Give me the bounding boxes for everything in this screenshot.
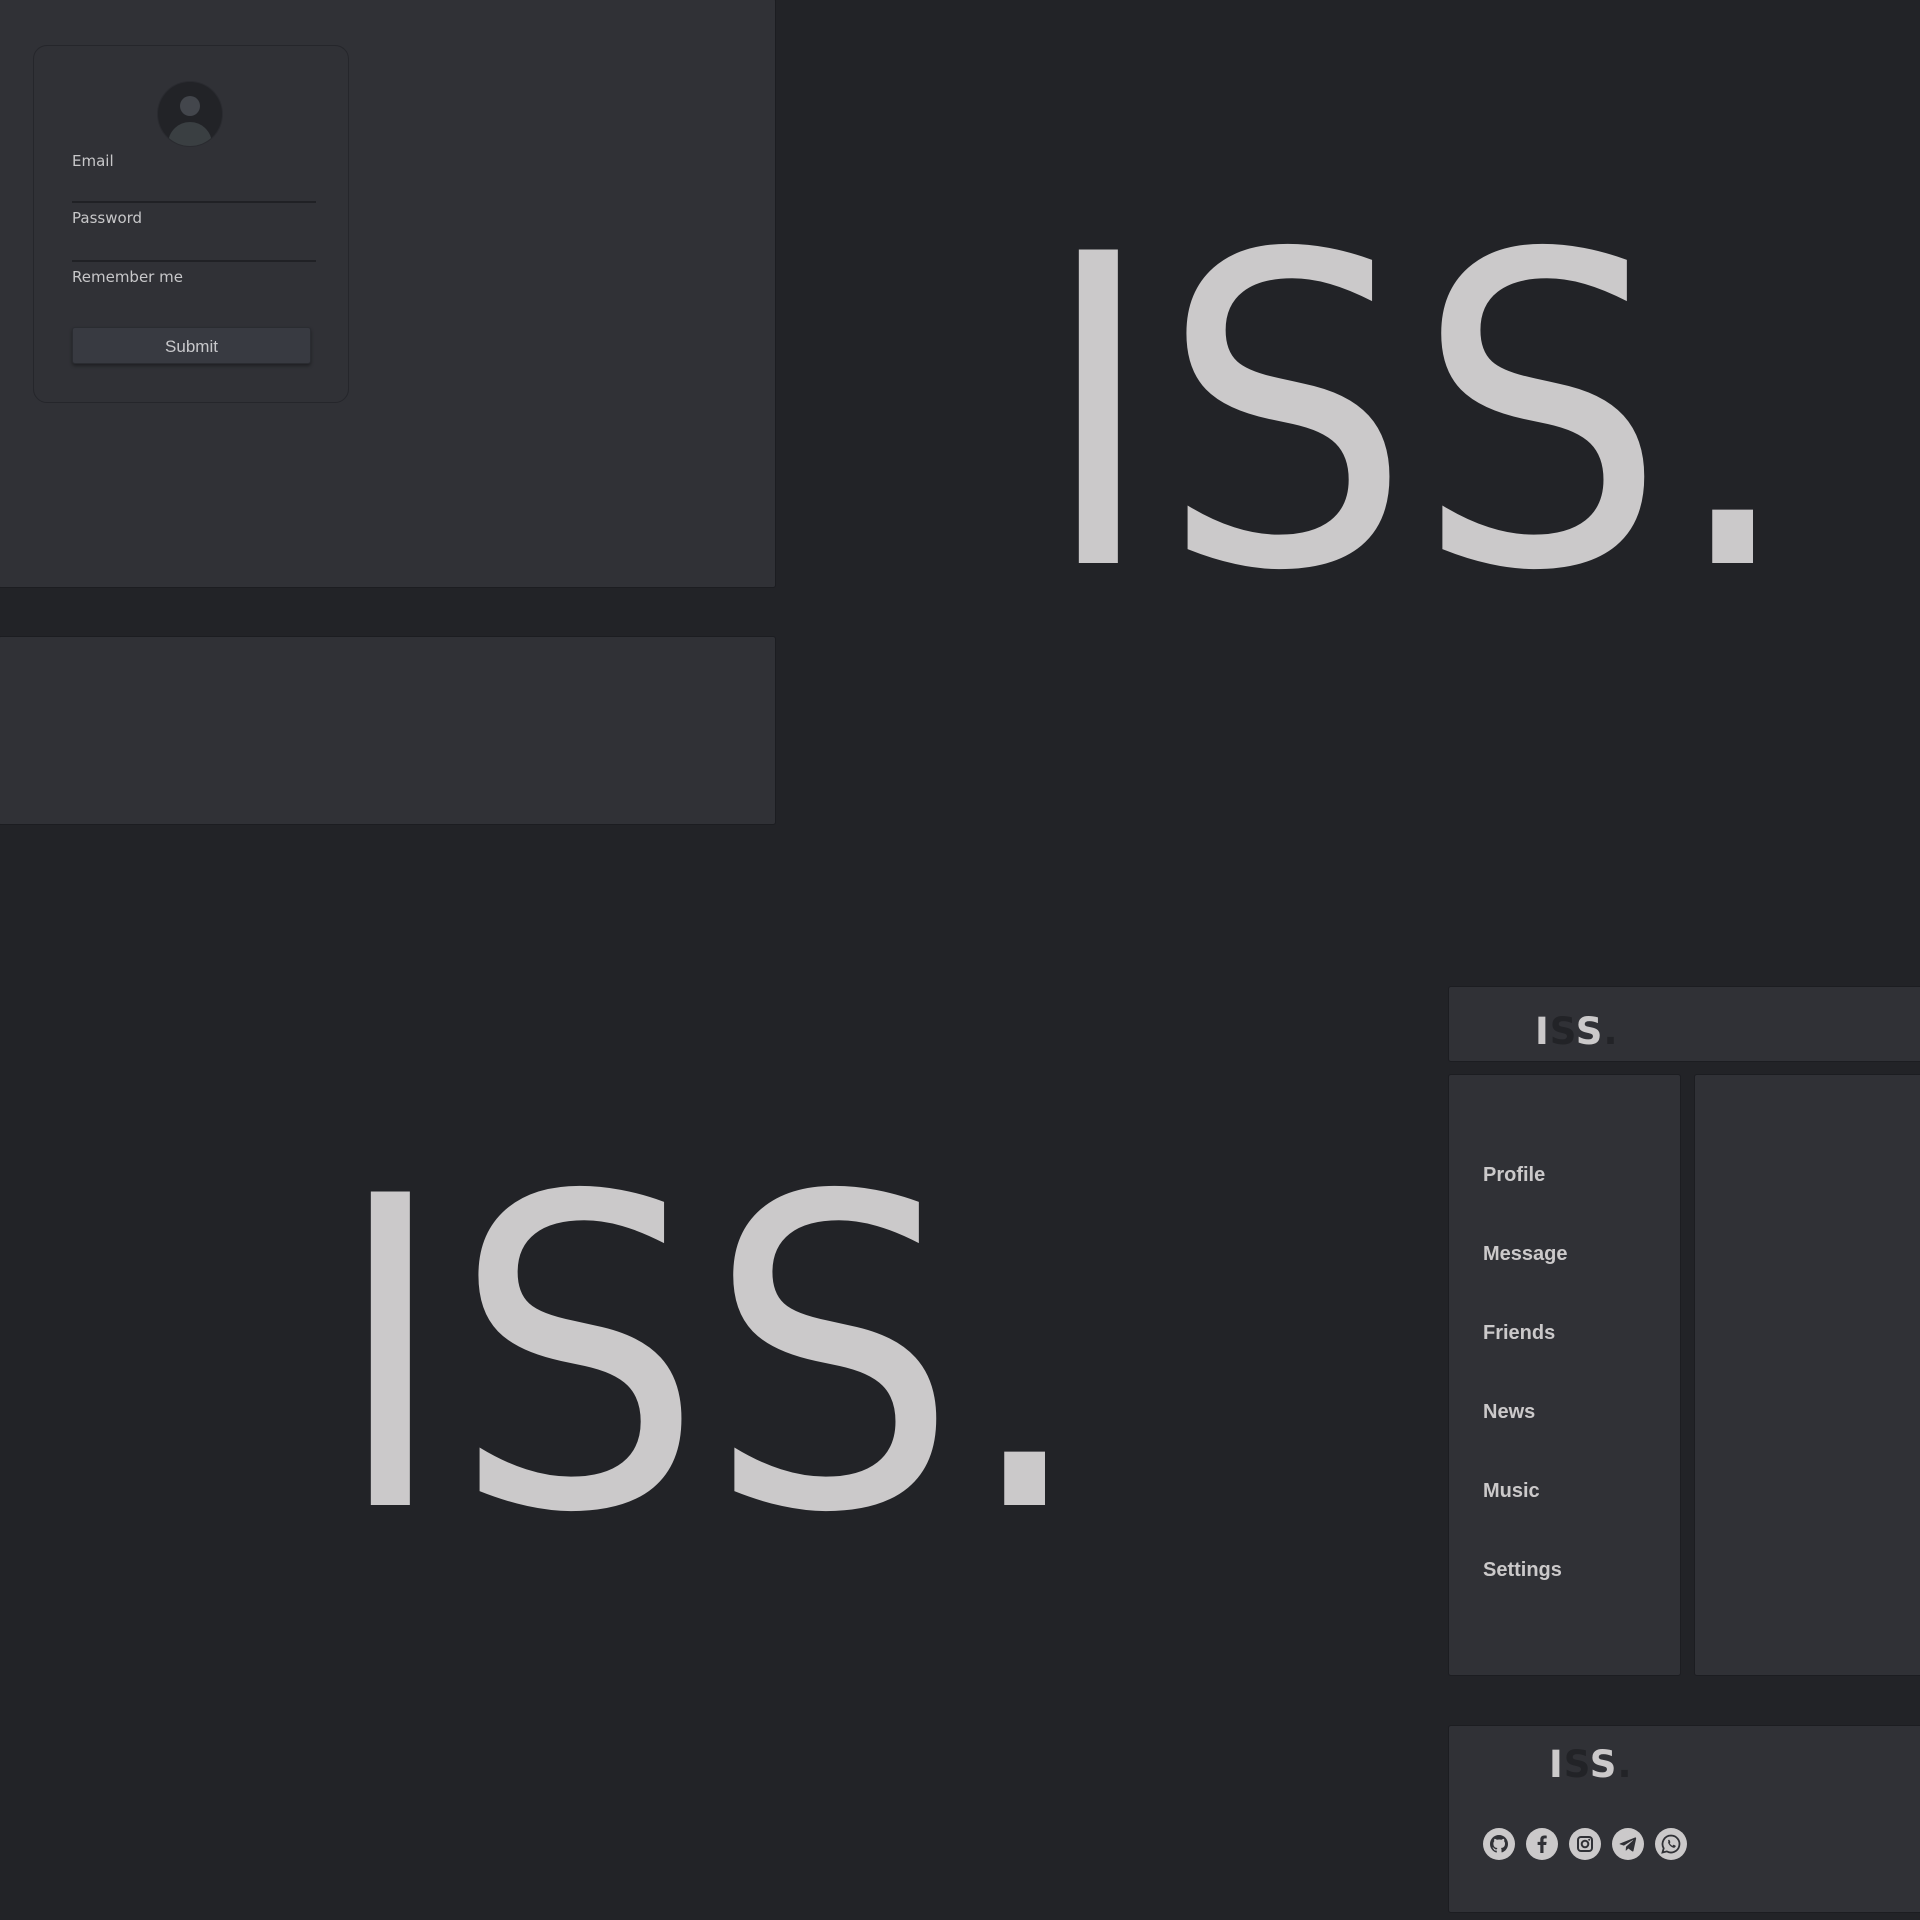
large-logo: ISS. [1040, 165, 1800, 665]
avatar-icon [158, 82, 222, 146]
footer-logo[interactable]: ISS. [1549, 1746, 1633, 1783]
facebook-icon[interactable] [1526, 1828, 1558, 1860]
whatsapp-icon[interactable] [1655, 1828, 1687, 1860]
footer: ISS. [1448, 1725, 1920, 1913]
header-logo[interactable]: ISS. [1535, 1013, 1619, 1050]
email-label: Email [72, 152, 114, 170]
sidebar: Profile Message Friends News Music Setti… [1448, 1074, 1681, 1676]
header: ISS. [1448, 986, 1920, 1062]
login-panel: Email Password Remember me Submit [0, 0, 776, 588]
sidebar-item-message[interactable]: Message [1483, 1243, 1568, 1266]
sidebar-item-friends[interactable]: Friends [1483, 1322, 1555, 1345]
large-logo: ISS. [332, 1107, 1092, 1607]
remember-me-checkbox[interactable]: Remember me [72, 268, 183, 286]
submit-button[interactable]: Submit [72, 327, 311, 364]
instagram-icon[interactable] [1569, 1828, 1601, 1860]
telegram-icon[interactable] [1612, 1828, 1644, 1860]
email-field[interactable] [72, 201, 316, 203]
password-field[interactable] [72, 260, 316, 262]
sidebar-item-settings[interactable]: Settings [1483, 1559, 1562, 1582]
login-card: Email Password Remember me Submit [33, 45, 349, 403]
sidebar-item-music[interactable]: Music [1483, 1480, 1540, 1503]
github-icon[interactable] [1483, 1828, 1515, 1860]
sidebar-item-profile[interactable]: Profile [1483, 1164, 1545, 1187]
password-label: Password [72, 209, 143, 227]
empty-panel [0, 636, 776, 825]
sidebar-item-news[interactable]: News [1483, 1401, 1535, 1424]
content-area [1694, 1074, 1920, 1676]
